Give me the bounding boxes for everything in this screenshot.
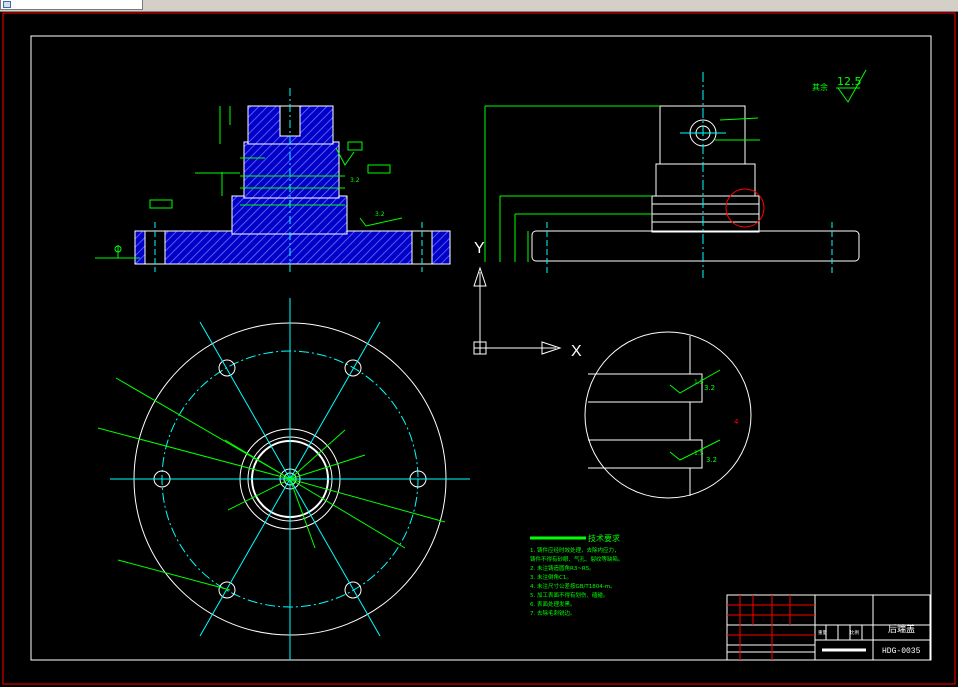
roughness-value: 12.5 xyxy=(837,75,862,88)
title-block-weight-label: 重量 xyxy=(818,629,827,636)
detail-marker: 4 xyxy=(734,418,739,426)
section-callout-2: 3.2 xyxy=(350,177,360,184)
roughness-label: 其余 xyxy=(812,82,828,92)
title-block-drawing-number: HDG-0035 xyxy=(882,647,921,656)
section-view xyxy=(95,88,451,272)
tech-requirement-item: 2. 未注铸造圆角R3~R5。 xyxy=(530,564,595,572)
tech-requirement-item: 5. 加工表面不得有划伤、磕碰。 xyxy=(530,591,609,599)
tech-requirements-title: 技术要求 xyxy=(588,533,620,543)
section-callout-1: 3.2 xyxy=(375,211,385,218)
front-view xyxy=(484,72,860,278)
ucs-axes-icon xyxy=(473,266,562,355)
tech-requirement-item: 7. 去除毛刺锐边。 xyxy=(530,609,576,617)
tech-requirement-item: 4. 未注尺寸公差按GB/T1804-m。 xyxy=(530,582,616,590)
tech-requirement-item: 6. 表面处理发黑。 xyxy=(530,600,576,608)
detail-roughness-2: 3.2 xyxy=(706,456,717,464)
top-view xyxy=(97,298,470,660)
ucs-y-label: Y xyxy=(474,240,485,257)
title-block-part-name: 后端盖 xyxy=(888,623,915,635)
tech-requirements-list: 1. 铸件应经时效处理，去除内应力， 铸件不得有砂眼、气孔、裂纹等缺陷。 2. … xyxy=(530,546,624,617)
tech-requirement-item: 1. 铸件应经时效处理，去除内应力， xyxy=(530,546,620,554)
cad-drawing-canvas[interactable]: 3.2 3.2 Y X 其余 12.5 3.2 3.2 1.5 1.5 4 技术… xyxy=(0,0,958,687)
detail-dim-1: 1.5 xyxy=(694,379,704,386)
tech-requirement-item: 铸件不得有砂眼、气孔、裂纹等缺陷。 xyxy=(530,555,624,563)
title-block-scale-label: 比例 xyxy=(850,629,859,636)
detail-view xyxy=(584,331,752,499)
ucs-x-label: X xyxy=(571,343,582,360)
detail-roughness-1: 3.2 xyxy=(704,384,715,392)
tech-requirement-item: 3. 未注倒角C1。 xyxy=(530,573,572,581)
detail-dim-2: 1.5 xyxy=(694,450,704,457)
